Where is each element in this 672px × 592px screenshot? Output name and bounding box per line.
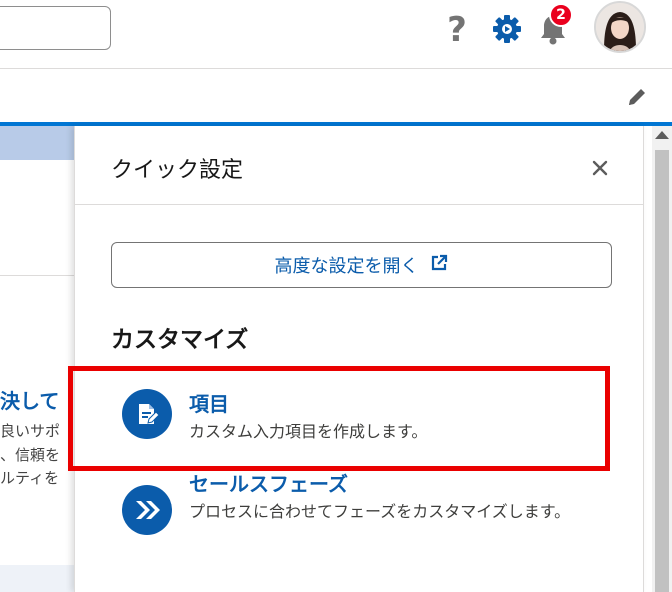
help-icon[interactable]: ? [444, 10, 470, 50]
setup-gear-icon[interactable] [491, 13, 523, 45]
option-description: カスタム入力項目を作成します。 [189, 422, 428, 441]
advanced-button-label: 高度な設定を開く [274, 256, 419, 277]
notification-count-badge: 2 [549, 3, 573, 27]
background-footer-band [0, 565, 80, 592]
background-heading: 決して [0, 389, 60, 413]
quick-settings-panel: クイック設定 高度な設定を開く カスタマイズ 項目 カスタム入力項目を作成します… [74, 126, 644, 592]
option-description: プロセスに合わせてフェーズをカスタマイズします。 [189, 502, 571, 521]
edit-pencil-icon[interactable] [626, 86, 648, 108]
close-icon[interactable] [588, 156, 612, 180]
scrollbar-thumb[interactable] [655, 150, 669, 592]
background-text-line: 良いサポ [0, 422, 61, 440]
background-divider [0, 275, 80, 276]
sales-phases-option[interactable]: セールスフェーズ プロセスに合わせてフェーズをカスタマイズします。 [111, 468, 611, 558]
scroll-up-arrow-icon[interactable] [655, 131, 669, 139]
option-title: セールスフェーズ [189, 472, 348, 496]
header-divider [0, 68, 672, 69]
fields-option[interactable]: 項目 カスタム入力項目を作成します。 [111, 384, 611, 454]
panel-divider [75, 204, 643, 205]
open-advanced-settings-button[interactable]: 高度な設定を開く [111, 242, 612, 288]
external-link-icon [429, 253, 449, 278]
user-avatar[interactable] [594, 1, 646, 53]
document-edit-icon [122, 389, 172, 439]
option-title: 項目 [189, 392, 229, 416]
background-banner [0, 126, 80, 160]
double-chevron-right-icon [122, 485, 172, 535]
background-text-line: ルティを [0, 469, 60, 487]
customize-section-heading: カスタマイズ [111, 327, 249, 353]
background-text-line: 、信頼を [0, 446, 61, 464]
panel-title: クイック設定 [111, 158, 244, 183]
search-input[interactable] [0, 6, 111, 50]
